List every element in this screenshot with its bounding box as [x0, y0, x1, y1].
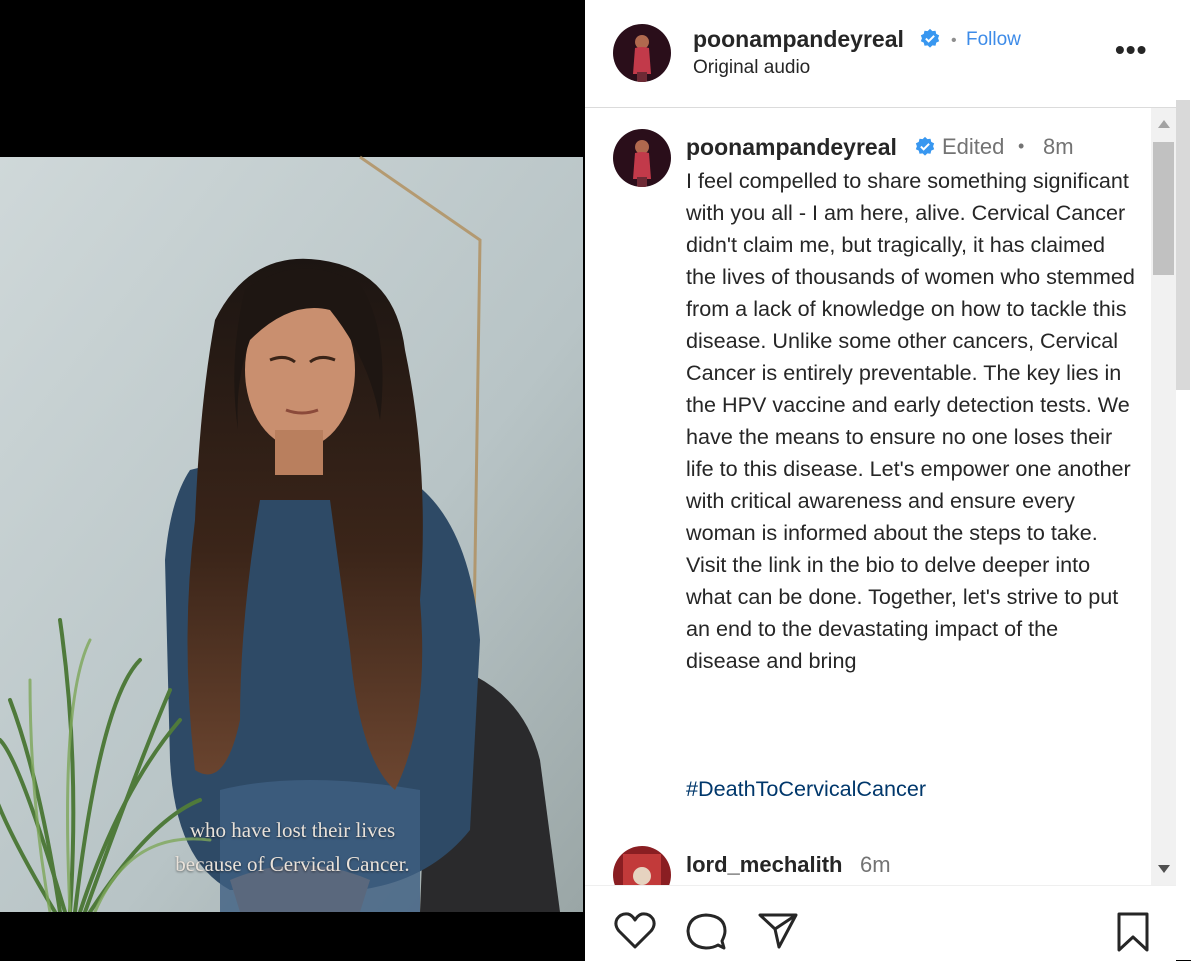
comment-avatar[interactable] [613, 846, 671, 885]
video-caption-line-1: who have lost their lives [189, 818, 396, 842]
hashtag-link[interactable]: #DeathToCervicalCancer [686, 776, 926, 802]
verified-badge-icon [915, 136, 935, 156]
caption-separator: • [1018, 136, 1025, 156]
header-separator: • [951, 32, 957, 49]
heart-icon[interactable] [613, 911, 657, 951]
caption-avatar[interactable] [613, 129, 671, 187]
scrollbar[interactable] [1151, 108, 1176, 885]
bookmark-icon[interactable] [1115, 911, 1151, 953]
video-frame [0, 0, 585, 960]
follow-button[interactable]: Follow [966, 29, 1021, 51]
edited-label: Edited [942, 134, 1005, 159]
caption-time: 8m [1043, 134, 1074, 159]
comment-icon[interactable] [685, 911, 727, 953]
caption-username[interactable]: poonampandeyreal [686, 134, 897, 161]
author-username[interactable]: poonampandeyreal [693, 26, 904, 53]
post-header: poonampandeyreal • Follow Original audio… [585, 0, 1191, 108]
caption-text: I feel compelled to share something sign… [686, 168, 1135, 673]
scroll-down-arrow-icon[interactable] [1158, 865, 1170, 873]
author-avatar[interactable] [613, 24, 671, 82]
scrollbar-thumb[interactable] [1153, 142, 1174, 275]
original-audio-link[interactable]: Original audio [693, 57, 810, 79]
video-caption-line-2: because of Cervical Cancer. [175, 852, 410, 876]
comments-area[interactable]: poonampandeyreal Edited • 8m I feel comp… [585, 108, 1151, 885]
verified-badge-icon [920, 28, 940, 48]
more-icon[interactable]: ••• [1115, 34, 1147, 66]
comment-username[interactable]: lord_mechalith [686, 852, 842, 878]
comment-time: 6m [860, 852, 891, 877]
post-panel: poonampandeyreal • Follow Original audio… [585, 0, 1191, 961]
scroll-up-arrow-icon[interactable] [1158, 120, 1170, 128]
reel-video[interactable]: who have lost their lives because of Cer… [0, 0, 585, 960]
outer-scrollbar-thumb [1176, 100, 1190, 390]
action-bar [585, 885, 1176, 961]
share-icon[interactable] [757, 911, 799, 951]
outer-scrollbar [1176, 0, 1191, 960]
